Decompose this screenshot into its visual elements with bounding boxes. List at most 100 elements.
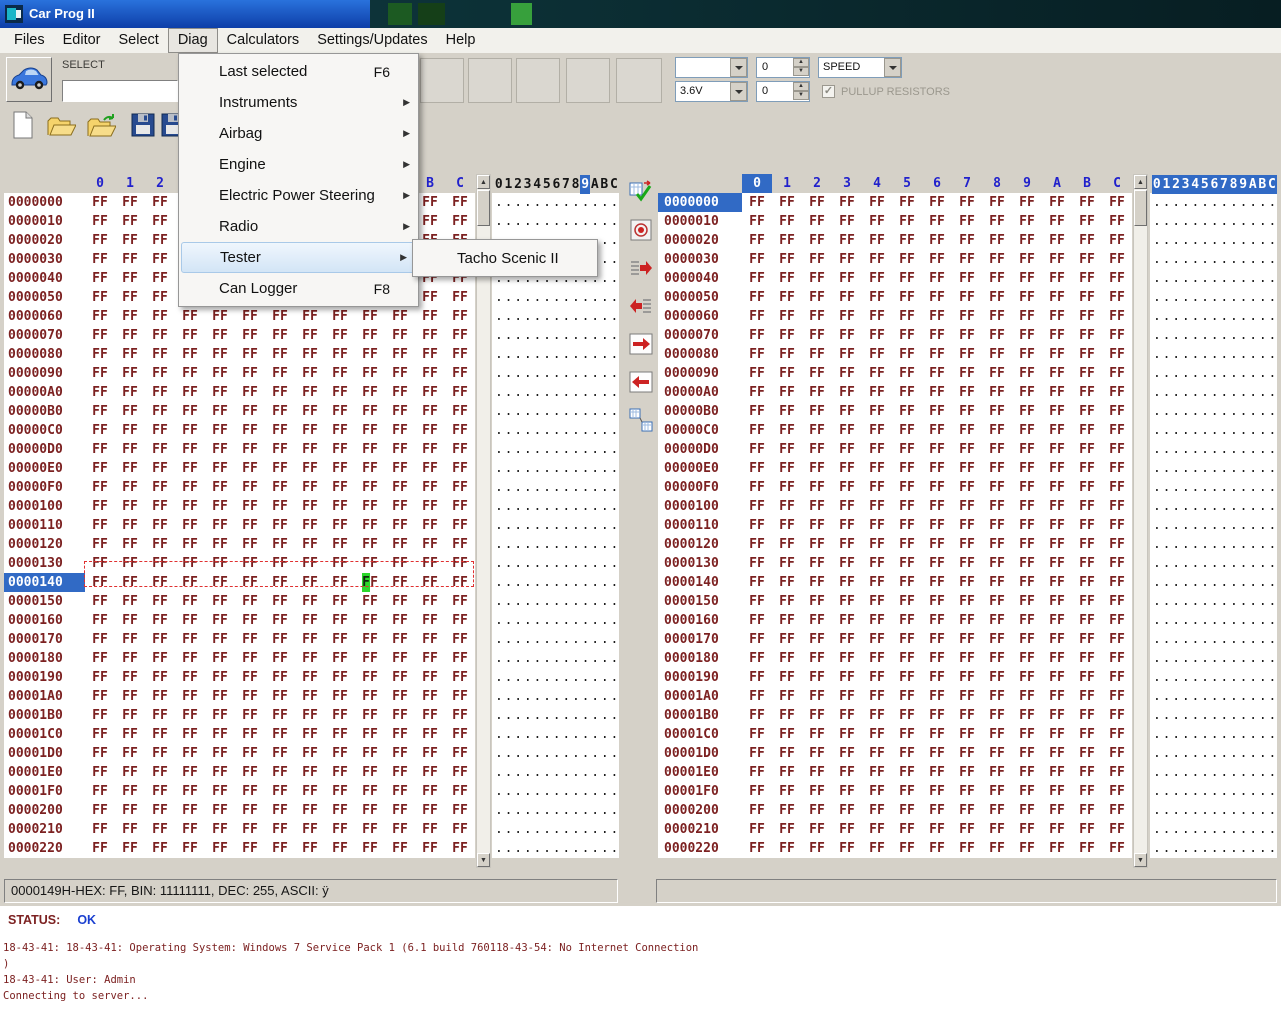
row-address[interactable]: 0000020 — [658, 231, 742, 250]
hex-byte[interactable]: FF — [265, 649, 295, 668]
hex-byte[interactable]: FF — [862, 782, 892, 801]
hex-byte[interactable]: FF — [235, 668, 265, 687]
hex-byte[interactable]: FF — [235, 820, 265, 839]
hex-byte[interactable]: FF — [982, 459, 1012, 478]
hex-byte[interactable]: FF — [1042, 611, 1072, 630]
new-file-button[interactable] — [6, 109, 40, 143]
hex-byte[interactable]: FF — [892, 212, 922, 231]
hex-byte[interactable]: FF — [265, 630, 295, 649]
hex-byte[interactable]: FF — [115, 649, 145, 668]
chevron-down-icon[interactable] — [730, 82, 747, 101]
hex-byte[interactable]: FF — [982, 212, 1012, 231]
ascii-col-header[interactable]: 1 — [504, 175, 514, 194]
row-address[interactable]: 0000040 — [4, 269, 85, 288]
hex-byte[interactable]: FF — [415, 706, 445, 725]
scroll-down-icon[interactable]: ▼ — [477, 853, 490, 867]
ascii-col-header[interactable]: C — [609, 175, 619, 194]
hex-byte[interactable]: FF — [235, 307, 265, 326]
ascii-row[interactable]: ............. — [1150, 288, 1277, 307]
hex-byte[interactable]: FF — [982, 687, 1012, 706]
hex-byte[interactable]: FF — [862, 212, 892, 231]
hex-byte[interactable]: FF — [862, 516, 892, 535]
hex-byte[interactable]: FF — [115, 326, 145, 345]
hex-byte[interactable]: FF — [415, 440, 445, 459]
hex-byte[interactable]: FF — [235, 687, 265, 706]
hex-byte[interactable]: FF — [922, 516, 952, 535]
hex-byte[interactable]: FF — [1012, 687, 1042, 706]
row-address[interactable]: 0000080 — [4, 345, 85, 364]
hex-byte[interactable]: FF — [742, 250, 772, 269]
hex-byte[interactable]: FF — [385, 706, 415, 725]
hex-byte[interactable]: FF — [355, 516, 385, 535]
hex-byte[interactable]: FF — [415, 193, 445, 212]
hex-byte[interactable]: FF — [892, 345, 922, 364]
hex-byte[interactable]: FF — [295, 706, 325, 725]
hex-byte[interactable]: FF — [85, 573, 115, 592]
hex-byte[interactable]: FF — [952, 250, 982, 269]
hex-byte[interactable]: FF — [922, 402, 952, 421]
hex-byte[interactable]: FF — [772, 459, 802, 478]
hex-byte[interactable]: FF — [952, 706, 982, 725]
row-address[interactable]: 00001A0 — [4, 687, 85, 706]
hex-byte[interactable]: FF — [445, 839, 475, 858]
hex-byte[interactable]: FF — [1012, 611, 1042, 630]
hex-byte[interactable]: FF — [1072, 687, 1102, 706]
hex-byte[interactable]: FF — [265, 725, 295, 744]
hex-byte[interactable]: FF — [445, 459, 475, 478]
hex-byte[interactable]: FF — [862, 630, 892, 649]
hex-byte[interactable]: FF — [1042, 706, 1072, 725]
ascii-row[interactable]: ............. — [1150, 250, 1277, 269]
hex-byte[interactable]: FF — [1012, 212, 1042, 231]
hex-byte[interactable]: FF — [832, 839, 862, 858]
scrollbar-thumb[interactable] — [477, 190, 490, 226]
hex-byte[interactable]: FF — [355, 326, 385, 345]
hex-byte[interactable]: FF — [1102, 649, 1132, 668]
hex-byte[interactable]: FF — [175, 421, 205, 440]
hex-byte[interactable]: FF — [295, 307, 325, 326]
hex-byte[interactable]: FF — [385, 554, 415, 573]
hex-byte[interactable]: FF — [205, 440, 235, 459]
hex-byte[interactable]: FF — [982, 649, 1012, 668]
col-header-6[interactable]: 6 — [922, 174, 952, 193]
hex-byte[interactable]: FF — [832, 573, 862, 592]
ascii-col-header[interactable]: 3 — [1181, 175, 1191, 194]
hex-byte[interactable]: FF — [922, 649, 952, 668]
hex-byte[interactable]: FF — [115, 706, 145, 725]
hex-byte[interactable]: FF — [982, 725, 1012, 744]
hex-byte[interactable]: FF — [325, 440, 355, 459]
hex-byte[interactable]: FF — [235, 478, 265, 497]
hex-byte[interactable]: FF — [772, 801, 802, 820]
scroll-down-icon[interactable]: ▼ — [1134, 853, 1147, 867]
col-header-C[interactable]: C — [1102, 174, 1132, 193]
hex-byte[interactable]: FF — [1042, 250, 1072, 269]
hex-byte[interactable]: FF — [952, 820, 982, 839]
hex-byte[interactable]: FF — [1042, 820, 1072, 839]
hex-byte[interactable]: FF — [802, 782, 832, 801]
row-address[interactable]: 0000190 — [4, 668, 85, 687]
hex-byte[interactable]: FF — [862, 763, 892, 782]
hex-byte[interactable]: FF — [115, 820, 145, 839]
hex-byte[interactable]: FF — [115, 687, 145, 706]
hex-byte[interactable]: FF — [742, 193, 772, 212]
hex-byte[interactable]: FF — [175, 763, 205, 782]
hex-byte[interactable]: FF — [115, 459, 145, 478]
hex-byte[interactable]: FF — [205, 801, 235, 820]
col-header-0[interactable]: 0 — [85, 174, 115, 193]
hex-byte[interactable]: FF — [952, 288, 982, 307]
hex-byte[interactable]: FF — [355, 421, 385, 440]
hex-byte[interactable]: FF — [1072, 497, 1102, 516]
hex-byte[interactable]: FF — [445, 383, 475, 402]
hex-byte[interactable]: FF — [115, 763, 145, 782]
ascii-col-header[interactable]: 2 — [1171, 175, 1181, 194]
hex-byte[interactable]: FF — [145, 269, 175, 288]
hex-byte[interactable]: FF — [355, 402, 385, 421]
ascii-row[interactable]: ............. — [1150, 497, 1277, 516]
row-address[interactable]: 0000120 — [4, 535, 85, 554]
hex-byte[interactable]: FF — [802, 193, 832, 212]
hex-byte[interactable]: FF — [1102, 744, 1132, 763]
hex-byte[interactable]: FF — [145, 402, 175, 421]
hex-byte[interactable]: FF — [982, 193, 1012, 212]
hex-byte[interactable]: FF — [892, 383, 922, 402]
hex-byte[interactable]: FF — [892, 421, 922, 440]
hex-byte[interactable]: FF — [235, 440, 265, 459]
